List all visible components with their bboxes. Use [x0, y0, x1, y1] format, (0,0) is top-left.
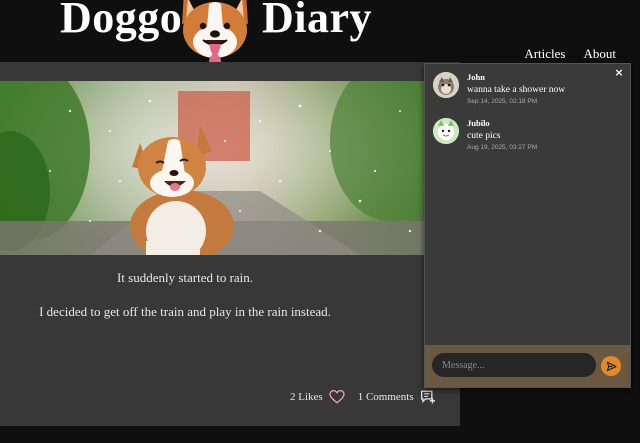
nav-about-link[interactable]: About	[584, 46, 617, 62]
avatar[interactable]	[433, 72, 459, 98]
post-actions: 2 Likes 1 Comments	[290, 390, 436, 404]
close-icon[interactable]: ×	[612, 66, 626, 80]
likes-count: 2 Likes	[290, 391, 323, 403]
like-button[interactable]: 2 Likes	[290, 390, 345, 404]
site-title-right: Diary	[262, 0, 373, 42]
message-author: John	[467, 72, 485, 82]
message-composer	[425, 345, 630, 387]
avatar[interactable]	[433, 118, 459, 144]
chat-message: John wanna take a shower now Sep 14, 202…	[433, 72, 565, 105]
comments-panel: × John wanna take a shower now Sep 14, 2…	[424, 63, 631, 388]
nav-articles-link[interactable]: Articles	[524, 46, 565, 62]
chat-message: Jubilo cute pics Aug 19, 2025, 03:27 PM	[433, 118, 537, 151]
send-icon	[606, 361, 617, 371]
top-nav: Articles About	[524, 46, 616, 62]
post-paragraph: I decided to get off the train and play …	[39, 303, 331, 319]
comment-add-icon[interactable]	[420, 390, 436, 404]
comments-button[interactable]: 1 Comments	[358, 390, 436, 404]
send-button[interactable]	[601, 356, 621, 376]
message-text: cute pics	[467, 131, 501, 141]
message-input[interactable]	[432, 353, 596, 377]
comments-count: 1 Comments	[357, 391, 414, 403]
post-card: It suddenly started to rain. I decided t…	[0, 62, 460, 426]
site-title-left: Doggo	[60, 0, 183, 42]
post-paragraph: It suddenly started to rain.	[116, 270, 254, 285]
message-timestamp: Sep 14, 2025, 02:18 PM	[467, 98, 538, 105]
post-photo-corgi-in-rain[interactable]	[0, 81, 424, 255]
message-timestamp: Aug 19, 2025, 03:27 PM	[467, 144, 538, 151]
heart-outline-icon[interactable]	[329, 390, 345, 404]
message-text: wanna take a shower now	[467, 85, 566, 95]
message-author: Jubilo	[467, 118, 490, 128]
page: { "header": { "title_left": "Doggo", "ti…	[0, 0, 640, 443]
post-body: It suddenly started to rain. I decided t…	[0, 270, 370, 338]
